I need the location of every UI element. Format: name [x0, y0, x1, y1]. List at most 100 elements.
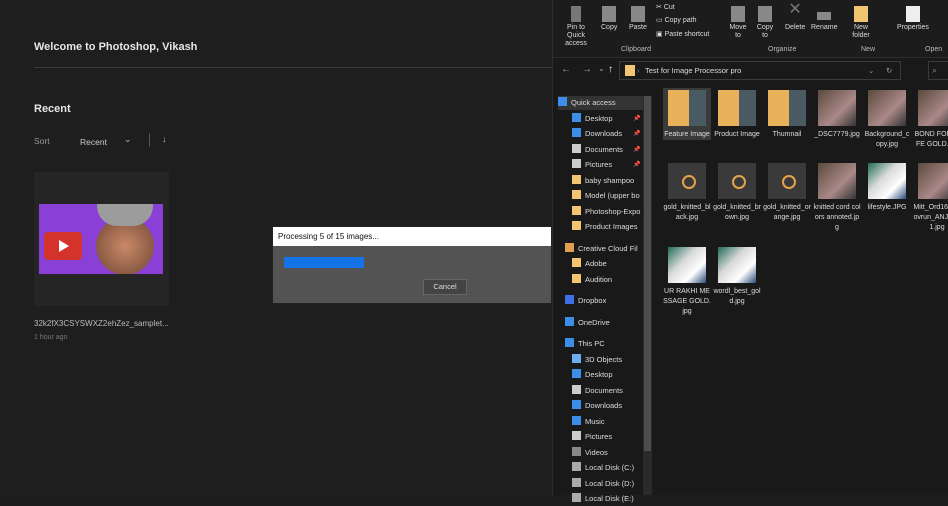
nav-item[interactable]: Pictures 📌	[572, 158, 640, 172]
move-to-button[interactable]: Move to	[729, 6, 747, 40]
copy-to-icon	[758, 6, 772, 22]
nav-item-label: Downloads	[585, 401, 623, 410]
recent-file-card[interactable]	[34, 172, 169, 306]
file-item[interactable]: _DSC7779.jpg	[813, 88, 861, 140]
nav-item[interactable]: Documents	[572, 384, 623, 398]
paste-icon	[630, 6, 645, 22]
image-thumbnail	[718, 163, 756, 199]
file-name: wordl_best_gold.jpg	[713, 288, 761, 305]
properties-button[interactable]: Properties	[897, 6, 929, 32]
nav-item[interactable]: Creative Cloud Fil	[565, 242, 638, 256]
sort-dropdown[interactable]: Recent	[80, 137, 107, 147]
nav-item[interactable]: This PC	[565, 337, 605, 351]
copy-path-button[interactable]: ▭ Copy path	[656, 17, 696, 25]
nav-item[interactable]: Videos	[572, 446, 608, 460]
image-thumbnail	[768, 163, 806, 199]
star-icon	[558, 97, 567, 106]
forward-button[interactable]: →	[582, 64, 592, 75]
file-name: lifestyle.JPG	[867, 204, 907, 211]
pin-icon: 📌	[633, 162, 641, 168]
image-thumbnail	[818, 90, 856, 126]
nav-item[interactable]: Audition	[572, 273, 612, 287]
delete-button[interactable]: ✕ Delete	[785, 1, 805, 32]
progress-bar	[284, 257, 524, 268]
refresh-icon[interactable]: ↻	[886, 66, 892, 75]
file-name: gold_knitted_orange.jpg	[763, 204, 811, 221]
folder-icon	[572, 174, 581, 184]
paste-shortcut-button[interactable]: ▣ Paste shortcut	[656, 31, 709, 39]
nav-item[interactable]: Dropbox	[565, 294, 606, 308]
breadcrumb-current[interactable]: Test for Image Processor pro	[645, 66, 741, 75]
file-name: gold_knitted_brown.jpg	[713, 204, 761, 221]
nav-item[interactable]: Desktop	[572, 368, 613, 382]
file-name: gold_knitted_black.jpg	[663, 204, 711, 221]
recent-file-name[interactable]: 32k2fX3CSYSWXZ2ehZez_samplet...	[34, 319, 169, 328]
address-bar[interactable]: › Test for Image Processor pro ⌄ ↻	[619, 61, 901, 80]
copy-icon	[602, 6, 617, 22]
file-item[interactable]: Thumnail	[763, 88, 811, 140]
delete-icon: ✕	[788, 1, 802, 18]
nav-scrollbar[interactable]	[643, 96, 652, 495]
nav-item[interactable]: Local Disk (D:)	[572, 477, 634, 491]
desktop-icon	[572, 369, 581, 378]
nav-item[interactable]: Local Disk (C:)	[572, 461, 634, 475]
nav-item[interactable]: Documents 📌	[572, 143, 640, 157]
nav-item[interactable]: Music	[572, 415, 605, 429]
nav-item[interactable]: OneDrive	[565, 316, 610, 330]
nav-item[interactable]: Model (upper bo	[572, 189, 640, 203]
dropdown-icon[interactable]: ⌄	[868, 66, 874, 75]
folder-icon	[572, 221, 581, 230]
search-box[interactable]: ⌕	[928, 61, 948, 80]
folder-icon	[668, 90, 706, 126]
cancel-button[interactable]: Cancel	[423, 279, 467, 295]
file-item[interactable]: Product Image	[713, 88, 761, 140]
new-folder-button[interactable]: New folder	[849, 6, 873, 40]
file-name: BOND FOR LIFE GOLD.jpg	[914, 131, 948, 148]
computer-icon	[565, 338, 574, 347]
nav-item[interactable]: baby shampoo	[572, 174, 634, 188]
nav-item[interactable]: Desktop 📌	[572, 112, 640, 126]
folder-icon	[854, 6, 868, 22]
nav-item[interactable]: Local Disk (E:)	[572, 492, 634, 506]
up-button[interactable]: ↑	[608, 64, 613, 75]
file-item[interactable]: BOND FOR LIFE GOLD.jpg	[913, 88, 948, 150]
copy-to-button[interactable]: Copy to	[756, 6, 774, 40]
file-item[interactable]: Background_copy.jpg	[863, 88, 911, 150]
image-thumbnail	[918, 90, 948, 126]
copy-button[interactable]: Copy	[601, 6, 617, 32]
file-item[interactable]: lifestyle.JPG	[863, 161, 911, 213]
nav-item[interactable]: Pictures	[572, 430, 612, 444]
dropbox-icon	[565, 295, 574, 304]
nav-item[interactable]: Adobe	[572, 257, 607, 271]
back-button[interactable]: ←	[561, 64, 571, 75]
nav-item[interactable]: Downloads	[572, 399, 622, 413]
cloud-icon	[565, 316, 574, 326]
nav-item[interactable]: Quick access	[558, 96, 643, 110]
chevron-down-icon[interactable]: ⌄	[124, 134, 132, 145]
file-item[interactable]: Mitt_Ord166_Sovrun_ANJA_01.jpg	[913, 161, 948, 233]
file-item[interactable]: Feature Image	[663, 88, 711, 140]
folder-icon	[565, 242, 574, 252]
nav-item-label: Desktop	[585, 113, 613, 123]
file-item[interactable]: gold_knitted_brown.jpg	[713, 161, 761, 223]
recent-locations-button[interactable]: ⌄	[598, 64, 605, 73]
navigation-pane: Quick access Desktop 📌 Downloads 📌 Documents 📌…	[553, 88, 653, 503]
nav-item[interactable]: Downloads 📌	[572, 127, 640, 141]
nav-item[interactable]: Product Images	[572, 220, 638, 234]
group-open: Open	[925, 46, 943, 53]
pin-quick-access-button[interactable]: Pin to Quick access	[559, 6, 593, 48]
paste-button[interactable]: Paste	[629, 6, 647, 32]
image-thumbnail	[668, 163, 706, 199]
nav-item-label: Adobe	[585, 259, 607, 268]
nav-item[interactable]: Photoshop-Expo	[572, 205, 640, 219]
sort-direction-icon[interactable]: ↓	[162, 134, 167, 144]
file-item[interactable]: UR RAKHI MESSAGE GOLD.jpg	[663, 245, 711, 317]
cut-button[interactable]: ✂ Cut	[656, 4, 675, 12]
file-item[interactable]: gold_knitted_orange.jpg	[763, 161, 811, 223]
scrollbar-thumb[interactable]	[644, 96, 651, 451]
file-item[interactable]: gold_knitted_black.jpg	[663, 161, 711, 223]
rename-button[interactable]: Rename	[811, 6, 837, 32]
file-item[interactable]: knitted cord colors annoted.jpg	[813, 161, 861, 233]
file-item[interactable]: wordl_best_gold.jpg	[713, 245, 761, 307]
nav-item[interactable]: 3D Objects	[572, 353, 622, 367]
